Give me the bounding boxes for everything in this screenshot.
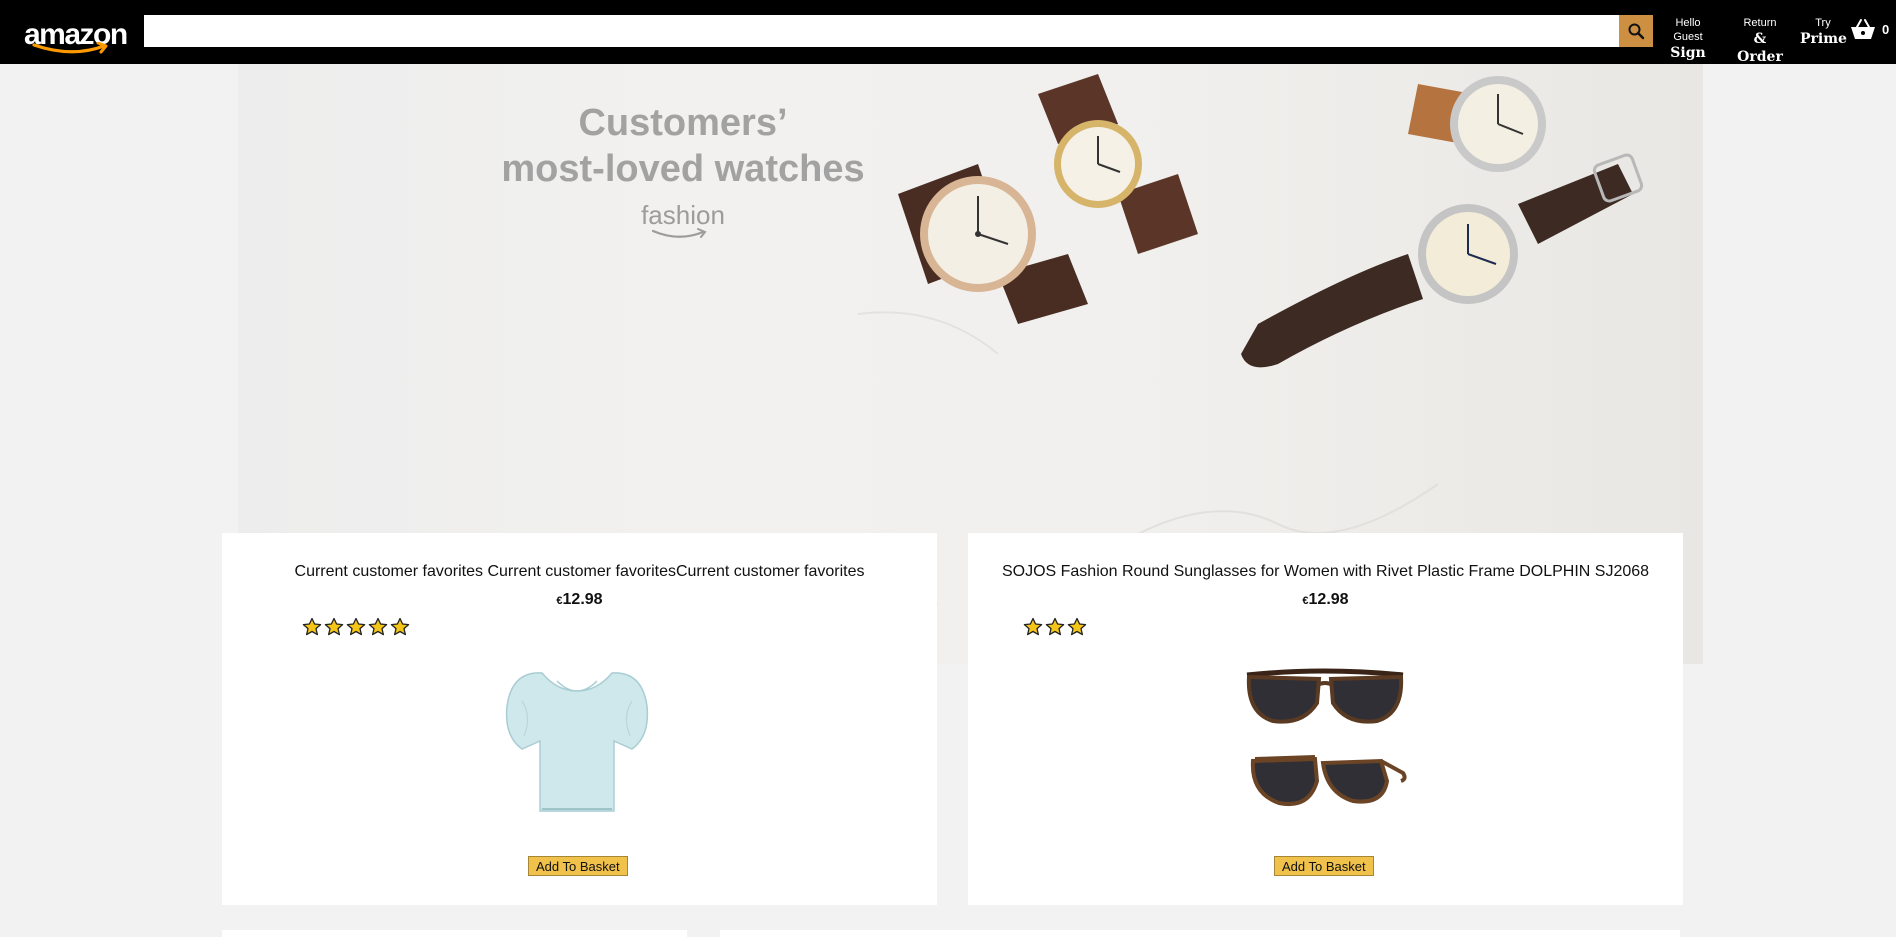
hero-title-line1: Customers’	[578, 102, 788, 144]
price-value: 12.98	[562, 591, 603, 608]
add-to-basket-button[interactable]: Add To Basket	[1274, 856, 1374, 876]
search-button[interactable]	[1619, 15, 1653, 47]
sunglasses-image[interactable]	[1243, 663, 1408, 813]
nav-returns-label: Return	[1743, 17, 1777, 29]
star-icon	[1067, 617, 1087, 636]
star-icon	[1023, 617, 1043, 636]
hero-title-line2: most-loved watches	[501, 148, 865, 190]
star-icon	[302, 617, 322, 636]
star-icon	[1045, 617, 1065, 636]
star-icon	[368, 617, 388, 636]
price-value: 12.98	[1308, 591, 1349, 608]
next-row-card	[720, 930, 1680, 937]
top-navbar: amazon Hello Guest Sign In Return & Orde…	[0, 0, 1896, 79]
product-rating	[1023, 617, 1087, 637]
product-price: €12.98	[222, 591, 937, 609]
star-icon	[346, 617, 366, 636]
product-rating	[302, 617, 410, 637]
nav-prime[interactable]: Try Prime	[1800, 16, 1847, 48]
nav-try-label: Try	[1815, 17, 1831, 29]
basket-button[interactable]: 0	[1850, 18, 1889, 40]
nav-returns-orders[interactable]: Return & Order	[1730, 16, 1790, 66]
next-row-card	[222, 930, 687, 937]
nav-orders-label: & Order	[1737, 31, 1783, 65]
logo-smile-icon	[32, 42, 108, 54]
add-to-basket-button[interactable]: Add To Basket	[528, 856, 628, 876]
product-card: SOJOS Fashion Round Sunglasses for Women…	[968, 533, 1683, 905]
hero-title: Customers’ most-loved watches	[483, 100, 883, 192]
search-icon	[1628, 23, 1645, 40]
product-price: €12.98	[968, 591, 1683, 609]
star-icon	[324, 617, 344, 636]
search-input[interactable]	[144, 15, 1619, 47]
blouse-image[interactable]	[502, 661, 652, 816]
product-title[interactable]: SOJOS Fashion Round Sunglasses for Women…	[968, 563, 1683, 581]
product-card: Current customer favorites Current custo…	[222, 533, 937, 905]
hero-brand-label: fashion	[641, 200, 725, 230]
basket-icon	[1851, 19, 1875, 39]
nav-greeting: Hello Guest	[1673, 17, 1703, 43]
star-icon	[390, 617, 410, 636]
basket-count: 0	[1882, 21, 1890, 37]
brand-smile-icon	[651, 228, 707, 238]
nav-prime-label: Prime	[1800, 31, 1847, 47]
amazon-logo[interactable]: amazon	[22, 12, 128, 56]
product-title[interactable]: Current customer favorites Current custo…	[222, 563, 937, 581]
